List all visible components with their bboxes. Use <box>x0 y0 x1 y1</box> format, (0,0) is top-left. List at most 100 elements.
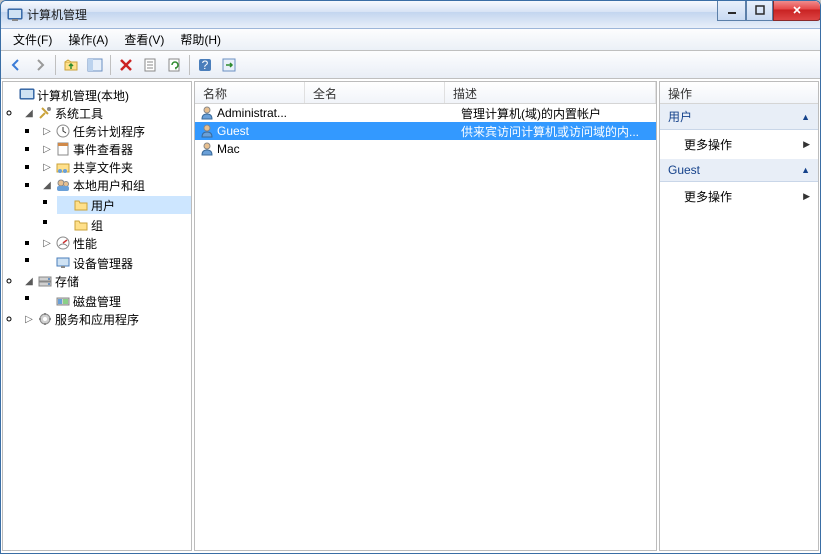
tree-groups[interactable]: 组 <box>57 216 191 234</box>
tree-performance[interactable]: ▷ 性能 <box>39 234 191 252</box>
tree-label: 性能 <box>73 235 97 252</box>
cell-name: Guest <box>217 124 321 138</box>
tools-icon <box>37 105 53 121</box>
cell-name: Administrat... <box>217 106 321 120</box>
collapse-icon[interactable]: ◢ <box>41 180 53 191</box>
clock-icon <box>55 123 71 139</box>
window-title: 计算机管理 <box>27 6 87 23</box>
folder-icon <box>73 197 89 213</box>
collapse-icon: ▲ <box>801 165 810 175</box>
device-icon <box>55 255 71 271</box>
expand-icon[interactable]: ▷ <box>41 238 53 249</box>
svg-text:?: ? <box>202 58 209 72</box>
export-button[interactable] <box>218 54 240 76</box>
chevron-right-icon: ▶ <box>803 191 810 202</box>
list-row[interactable]: Administrat... 管理计算机(域)的内置帐户 <box>195 104 656 122</box>
minimize-button[interactable] <box>717 1 746 21</box>
action-section-guest[interactable]: Guest ▲ <box>660 159 818 182</box>
tree-shared-folders[interactable]: ▷ 共享文件夹 <box>39 158 191 176</box>
cell-name: Mac <box>217 142 321 156</box>
storage-icon <box>37 273 53 289</box>
tree-label: 服务和应用程序 <box>55 311 139 328</box>
tree-label: 用户 <box>91 197 115 214</box>
action-section-users[interactable]: 用户 ▲ <box>660 104 818 130</box>
cell-desc: 管理计算机(域)的内置帐户 <box>461 105 656 122</box>
tree-storage[interactable]: ◢ 存储 <box>21 272 191 290</box>
user-icon <box>199 105 215 121</box>
properties-button[interactable] <box>139 54 161 76</box>
col-description[interactable]: 描述 <box>445 82 656 103</box>
tree-label: 本地用户和组 <box>73 177 145 194</box>
users-icon <box>55 177 71 193</box>
action-pane: 操作 用户 ▲ 更多操作 ▶ Guest ▲ 更多操作 ▶ <box>659 81 819 551</box>
window-buttons <box>717 1 821 21</box>
delete-button[interactable] <box>115 54 137 76</box>
tree-label: 设备管理器 <box>73 255 133 272</box>
help-button[interactable]: ? <box>194 54 216 76</box>
title-bar[interactable]: 计算机管理 <box>1 1 820 29</box>
collapse-icon[interactable]: ◢ <box>23 276 35 287</box>
action-more-guest[interactable]: 更多操作 ▶ <box>660 182 818 211</box>
collapse-icon: ▲ <box>801 112 810 122</box>
close-button[interactable] <box>773 1 821 21</box>
tree-root[interactable]: 计算机管理(本地) <box>3 86 191 104</box>
back-button[interactable] <box>5 54 27 76</box>
action-section-label: Guest <box>668 163 700 177</box>
user-icon <box>199 141 215 157</box>
folder-icon <box>73 217 89 233</box>
tree-label: 任务计划程序 <box>73 123 145 140</box>
action-more-users[interactable]: 更多操作 ▶ <box>660 130 818 159</box>
tree-label: 组 <box>91 217 103 234</box>
refresh-button[interactable] <box>163 54 185 76</box>
menu-file[interactable]: 文件(F) <box>5 29 60 50</box>
maximize-button[interactable] <box>746 1 773 21</box>
tree-disk-management[interactable]: 磁盘管理 <box>39 292 191 310</box>
expand-icon[interactable]: ▷ <box>23 314 35 325</box>
action-section-label: 用户 <box>668 108 692 125</box>
tree-label: 事件查看器 <box>73 141 133 158</box>
performance-icon <box>55 235 71 251</box>
tree-pane[interactable]: 计算机管理(本地) ◢ 系统工具 ▷ 任务计划程序 ▷ 事件查看器 <box>2 81 192 551</box>
list-row[interactable]: Mac <box>195 140 656 158</box>
body: 计算机管理(本地) ◢ 系统工具 ▷ 任务计划程序 ▷ 事件查看器 <box>1 79 820 553</box>
toolbar: ? <box>1 51 820 79</box>
computer-icon <box>19 87 35 103</box>
menu-bar: 文件(F) 操作(A) 查看(V) 帮助(H) <box>1 29 820 51</box>
tree-system-tools[interactable]: ◢ 系统工具 <box>21 104 191 122</box>
tree-label: 系统工具 <box>55 105 103 122</box>
tree-label: 计算机管理(本地) <box>37 87 129 104</box>
expand-icon[interactable]: ▷ <box>41 162 53 173</box>
expand-icon[interactable]: ▷ <box>41 144 53 155</box>
up-button[interactable] <box>60 54 82 76</box>
tree-device-manager[interactable]: 设备管理器 <box>39 254 191 272</box>
show-hide-tree-button[interactable] <box>84 54 106 76</box>
menu-view[interactable]: 查看(V) <box>116 29 172 50</box>
cell-desc: 供来宾访问计算机或访问域的内... <box>461 123 656 140</box>
list-header: 名称 全名 描述 <box>195 82 656 104</box>
menu-help[interactable]: 帮助(H) <box>172 29 229 50</box>
col-name[interactable]: 名称 <box>195 82 305 103</box>
expand-icon[interactable]: ▷ <box>41 126 53 137</box>
action-item-label: 更多操作 <box>684 188 732 205</box>
forward-button[interactable] <box>29 54 51 76</box>
col-fullname[interactable]: 全名 <box>305 82 445 103</box>
chevron-right-icon: ▶ <box>803 139 810 150</box>
list-pane[interactable]: 名称 全名 描述 Administrat... 管理计算机(域)的内置帐户 Gu… <box>194 81 657 551</box>
menu-action[interactable]: 操作(A) <box>60 29 116 50</box>
tree-local-users-groups[interactable]: ◢ 本地用户和组 <box>39 176 191 194</box>
tree-event-viewer[interactable]: ▷ 事件查看器 <box>39 140 191 158</box>
tree-label: 存储 <box>55 273 79 290</box>
collapse-icon[interactable]: ◢ <box>23 108 35 119</box>
user-icon <box>199 123 215 139</box>
tree-services-apps[interactable]: ▷ 服务和应用程序 <box>21 310 191 328</box>
tree-task-scheduler[interactable]: ▷ 任务计划程序 <box>39 122 191 140</box>
app-icon <box>7 7 23 23</box>
action-item-label: 更多操作 <box>684 136 732 153</box>
disk-icon <box>55 293 71 309</box>
services-icon <box>37 311 53 327</box>
tree-label: 磁盘管理 <box>73 293 121 310</box>
list-row[interactable]: Guest 供来宾访问计算机或访问域的内... <box>195 122 656 140</box>
tree-users[interactable]: 用户 <box>57 196 191 214</box>
action-header: 操作 <box>660 82 818 104</box>
tree-label: 共享文件夹 <box>73 159 133 176</box>
